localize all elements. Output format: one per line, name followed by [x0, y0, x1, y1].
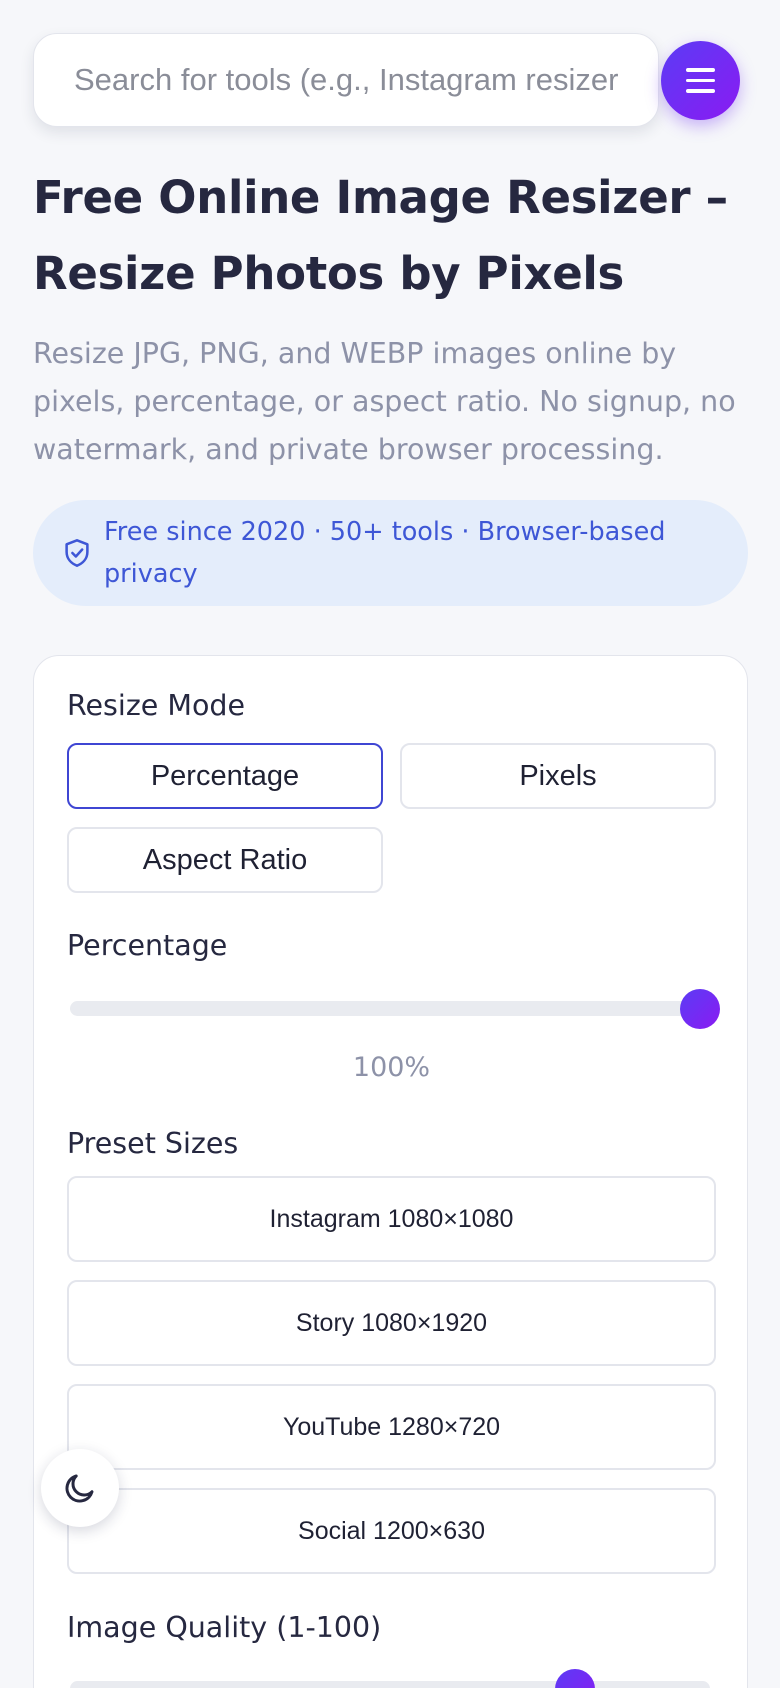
page-title-line-2: Resize Photos by Pixels [33, 247, 625, 300]
preset-instagram-button[interactable]: Instagram 1080×1080 [67, 1176, 716, 1262]
page: Free Online Image Resizer – Resize Photo… [0, 0, 780, 1688]
preset-youtube-button[interactable]: YouTube 1280×720 [67, 1384, 716, 1470]
mode-percentage-button[interactable]: Percentage [67, 743, 383, 809]
page-title: Free Online Image Resizer – Resize Photo… [33, 160, 753, 312]
quality-slider[interactable] [70, 1668, 710, 1688]
trust-badge-text: Free since 2020 · 50+ tools · Browser-ba… [104, 517, 666, 589]
page-subtitle: Resize JPG, PNG, and WEBP images online … [33, 337, 736, 466]
percentage-slider-thumb[interactable] [680, 988, 720, 1029]
hamburger-icon-bar [686, 78, 715, 83]
percentage-value: 100% [352, 1052, 431, 1083]
search-bar [33, 33, 659, 127]
quality-slider-fill [70, 1681, 581, 1688]
mode-aspect-ratio-button[interactable]: Aspect Ratio [67, 827, 383, 893]
mode-pixels-button[interactable]: Pixels [400, 743, 716, 809]
preset-sizes-label: Preset Sizes [67, 1127, 239, 1160]
percentage-slider[interactable] [70, 988, 720, 1029]
page-title-line-1: Free Online Image Resizer – [33, 171, 728, 224]
quality-slider-thumb[interactable] [554, 1668, 595, 1688]
hamburger-icon-bar [686, 89, 715, 93]
preset-social-button[interactable]: Social 1200×630 [67, 1488, 716, 1574]
percentage-label: Percentage [67, 929, 228, 962]
resizer-card: Resize Mode Percentage Pixels Aspect Rat… [33, 655, 748, 1688]
hamburger-icon [686, 68, 715, 72]
search-input[interactable] [74, 62, 618, 98]
image-quality-label: Image Quality (1-100) [67, 1611, 382, 1644]
resize-mode-label: Resize Mode [67, 689, 246, 722]
trust-badge: Free since 2020 · 50+ tools · Browser-ba… [33, 500, 748, 606]
moon-icon [65, 1474, 94, 1503]
preset-story-button[interactable]: Story 1080×1920 [67, 1280, 716, 1366]
shield-check-icon [65, 539, 89, 567]
menu-button[interactable] [661, 41, 740, 120]
dark-mode-toggle-button[interactable] [41, 1449, 119, 1527]
percentage-slider-fill [70, 1001, 710, 1016]
